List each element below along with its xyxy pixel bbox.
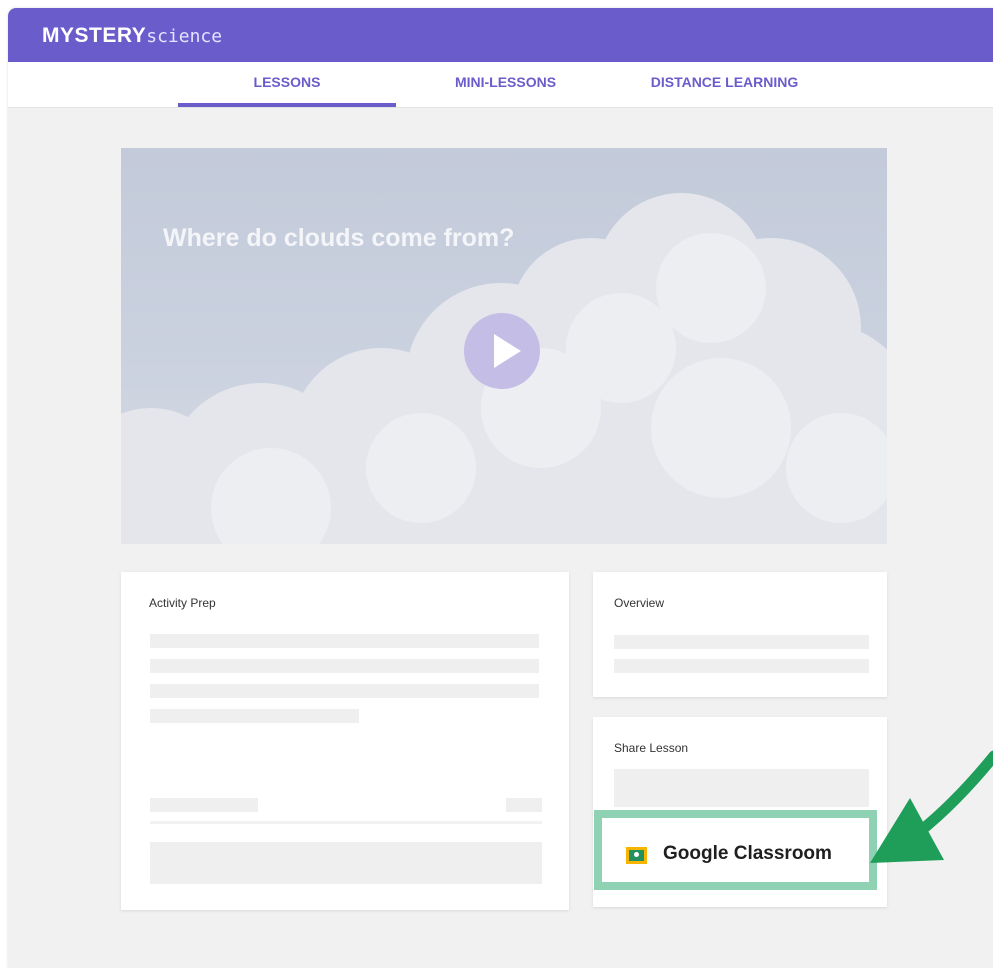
lesson-video-player[interactable]: Where do clouds come from? bbox=[121, 148, 887, 544]
placeholder-line bbox=[150, 709, 359, 723]
google-classroom-icon bbox=[626, 847, 647, 864]
placeholder-button bbox=[150, 842, 542, 884]
tab-distance-learning[interactable]: DISTANCE LEARNING bbox=[627, 62, 822, 107]
divider bbox=[150, 821, 542, 824]
browser-window: MYSTERYscience LESSONS MINI-LESSONS DIST… bbox=[8, 8, 993, 968]
mystery-science-logo[interactable]: MYSTERYscience bbox=[42, 24, 222, 49]
play-icon[interactable] bbox=[464, 313, 540, 389]
activity-prep-card: Activity Prep bbox=[121, 572, 569, 910]
placeholder-share-field bbox=[614, 769, 869, 807]
placeholder-line bbox=[150, 684, 539, 698]
placeholder-line bbox=[614, 635, 869, 649]
tab-mini-lessons[interactable]: MINI-LESSONS bbox=[439, 62, 572, 107]
overview-card: Overview bbox=[593, 572, 887, 697]
placeholder-line bbox=[506, 798, 542, 812]
green-arrow-icon bbox=[870, 750, 993, 863]
tab-lessons[interactable]: LESSONS bbox=[178, 62, 396, 107]
overview-title: Overview bbox=[614, 596, 665, 610]
share-lesson-title: Share Lesson bbox=[614, 741, 689, 755]
google-classroom-label: Google Classroom bbox=[663, 843, 832, 864]
video-title: Where do clouds come from? bbox=[163, 224, 515, 252]
placeholder-line bbox=[150, 659, 539, 673]
nav-bar: LESSONS MINI-LESSONS DISTANCE LEARNING bbox=[8, 62, 993, 108]
top-bar: MYSTERYscience bbox=[8, 8, 993, 62]
activity-prep-title: Activity Prep bbox=[149, 596, 216, 610]
placeholder-line bbox=[150, 798, 258, 812]
google-classroom-button[interactable]: Google Classroom bbox=[594, 810, 877, 890]
logo-light-text: science bbox=[146, 26, 223, 47]
placeholder-line bbox=[150, 634, 539, 648]
logo-bold-text: MYSTERY bbox=[42, 24, 147, 47]
placeholder-line bbox=[614, 659, 869, 673]
